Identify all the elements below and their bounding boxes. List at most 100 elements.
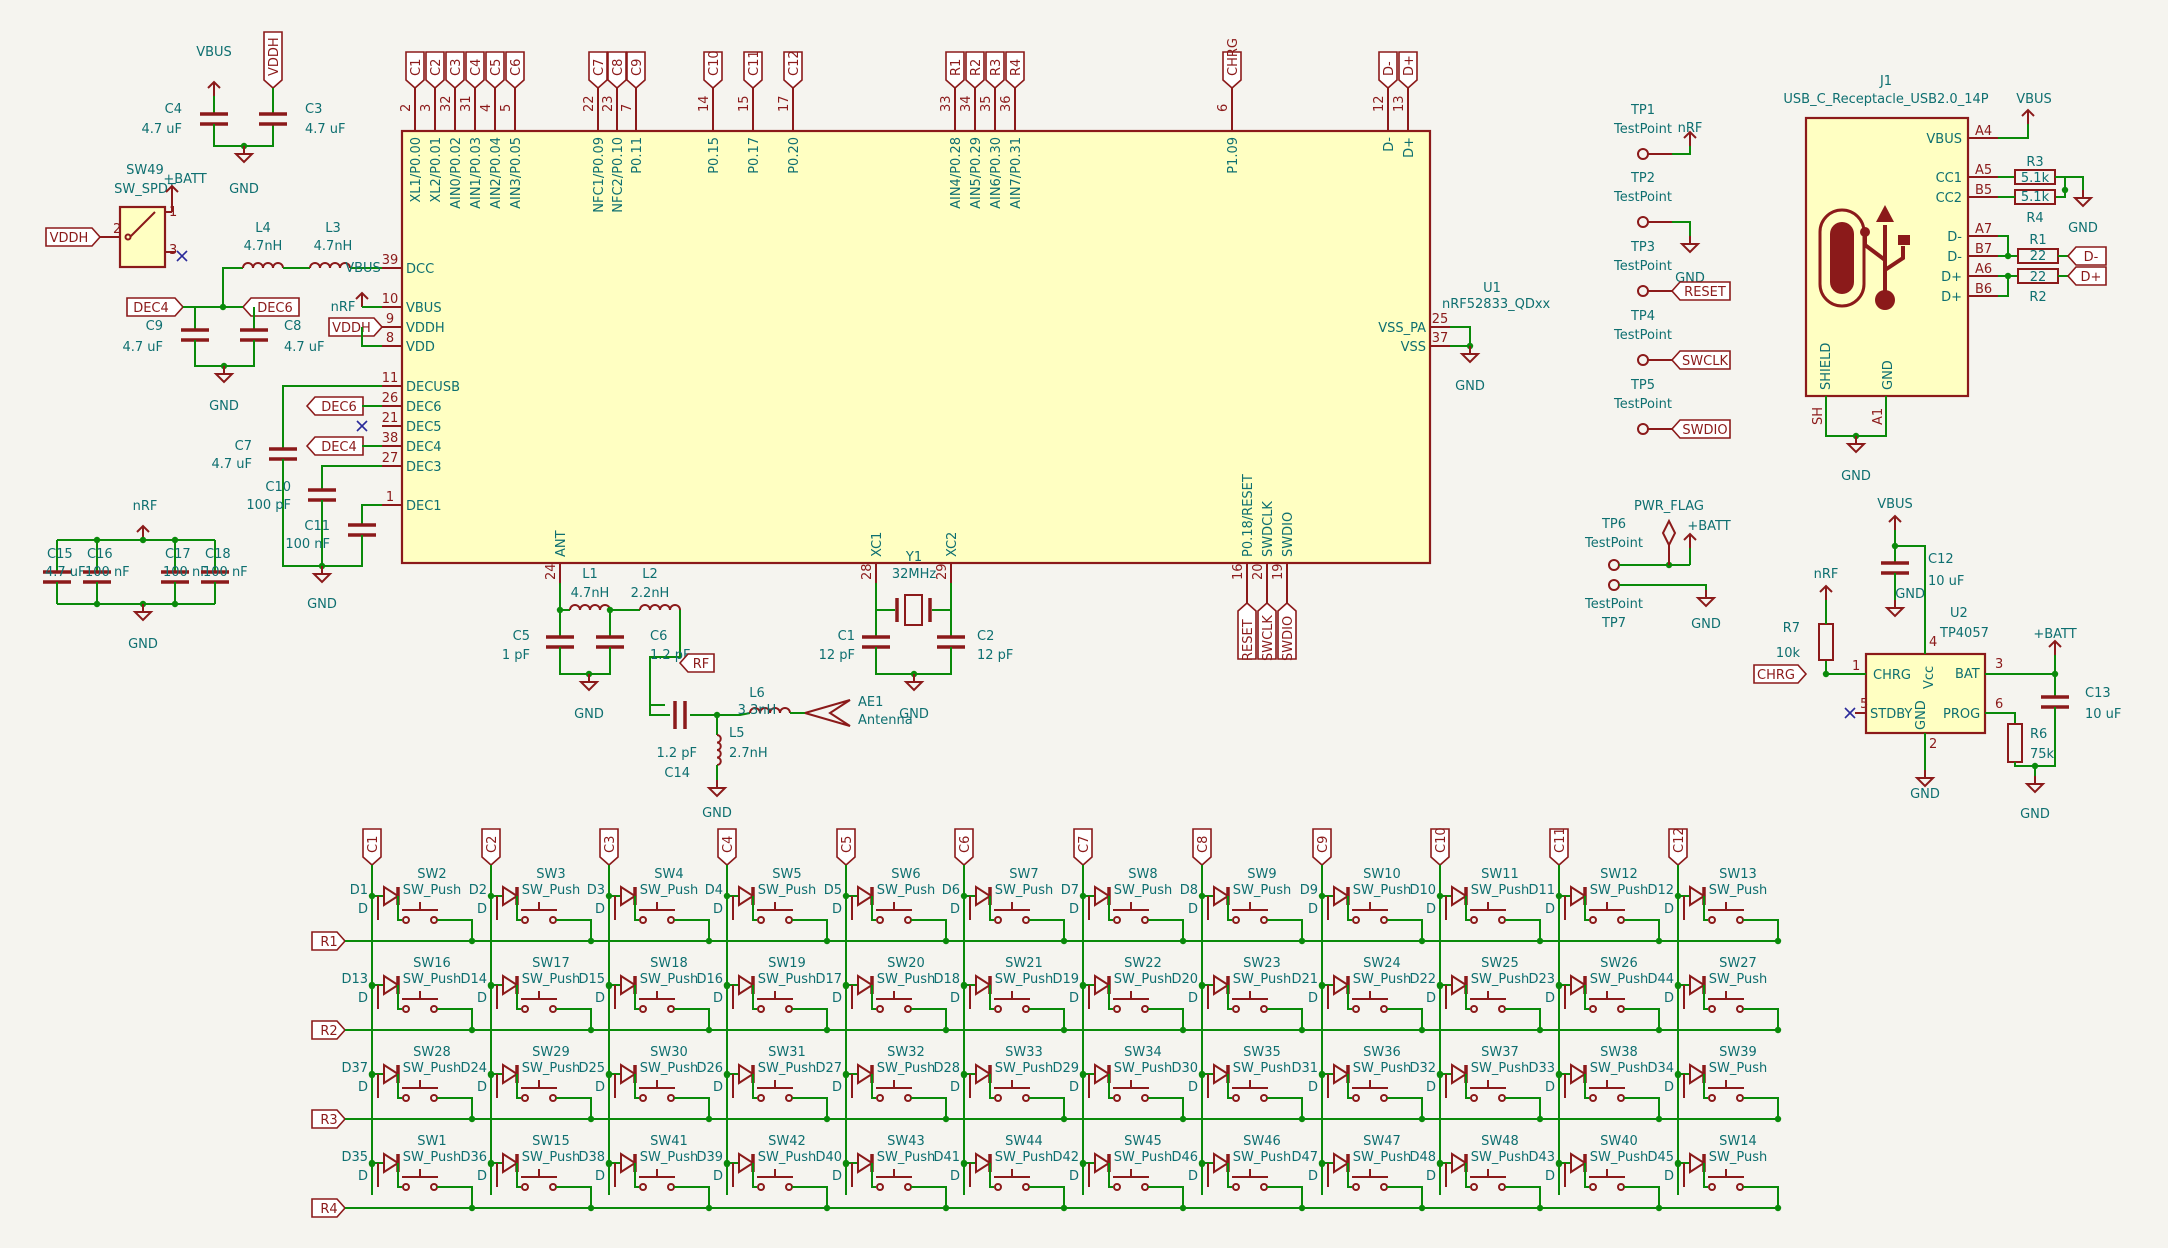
wire	[871, 1163, 876, 1188]
wire	[1465, 1163, 1470, 1188]
wire	[1227, 1163, 1232, 1188]
label: AIN5/P0.29	[969, 137, 984, 209]
switch-contact	[402, 1005, 410, 1013]
junction	[1298, 1026, 1306, 1034]
junction	[1418, 937, 1426, 945]
switch-contact	[667, 1005, 675, 1013]
label: D	[477, 1080, 487, 1095]
label: 1	[386, 490, 394, 505]
label: R7	[1783, 621, 1800, 636]
switch-contact	[876, 1094, 884, 1102]
label: D30	[1171, 1061, 1198, 1076]
switch-contact	[994, 916, 1002, 924]
wire	[1672, 146, 1691, 155]
label: P0.20	[787, 137, 802, 174]
wire	[397, 1163, 402, 1188]
junction	[1179, 1026, 1187, 1034]
label: SW_Push	[403, 972, 461, 987]
switch-contact	[757, 1183, 765, 1191]
label: VDDH	[406, 321, 445, 336]
switch-contact	[1708, 1183, 1716, 1191]
label: D	[1664, 991, 1674, 1006]
label: SW8	[1128, 867, 1157, 882]
label: TestPoint	[1613, 122, 1672, 137]
switch-contact	[1141, 1183, 1149, 1191]
switch-contact	[904, 1183, 912, 1191]
wire	[649, 657, 670, 716]
label: CC2	[1936, 191, 1962, 206]
usb-logo-square	[1898, 235, 1910, 245]
label: SW_Push	[640, 1061, 698, 1076]
label: VDD	[406, 340, 435, 355]
switch-contact	[667, 1094, 675, 1102]
label: D4	[705, 883, 723, 898]
junction	[705, 1204, 713, 1212]
label: 4.7 uF	[305, 122, 346, 137]
junction	[2031, 762, 2039, 770]
label: SW_Push	[1353, 972, 1411, 987]
label: 4.7 uF	[45, 565, 86, 580]
label: SW_Push	[1709, 1061, 1767, 1076]
label: D28	[933, 1061, 960, 1076]
diode	[1213, 1063, 1230, 1085]
label: GND	[899, 707, 929, 722]
label: SW_Push	[1233, 1061, 1291, 1076]
label: SW_Push	[1471, 1150, 1529, 1165]
junction	[468, 1115, 476, 1123]
wire	[1347, 985, 1352, 1010]
wire	[437, 1186, 473, 1208]
junction	[1774, 1026, 1782, 1034]
label: SW_Push	[522, 1061, 580, 1076]
label: GND	[209, 399, 239, 414]
label: CHRG	[1757, 668, 1795, 683]
junction	[705, 937, 713, 945]
label: C15	[47, 547, 73, 562]
label: D45	[1647, 1150, 1674, 1165]
label: D	[1308, 902, 1318, 917]
label: SW_Push	[758, 883, 816, 898]
switch-contact	[994, 1183, 1002, 1191]
label: D17	[815, 972, 842, 987]
wire	[559, 583, 570, 611]
label: D	[950, 1169, 960, 1184]
gnd-symbol	[311, 573, 333, 584]
label: 2	[1929, 737, 1937, 752]
label: TP4	[1630, 309, 1655, 324]
switch-contact	[876, 1005, 884, 1013]
label: SW_Push	[877, 883, 935, 898]
junction	[705, 1115, 713, 1123]
label: 31	[459, 95, 474, 112]
label: 100 nF	[163, 565, 208, 580]
usb-logo-dot	[1875, 290, 1895, 310]
diode	[1333, 1063, 1350, 1085]
switch-contact	[1589, 1005, 1597, 1013]
label: SW_Push	[1590, 883, 1648, 898]
switch-contact	[785, 916, 793, 924]
label: A1	[1871, 408, 1886, 425]
label: DCC	[406, 262, 434, 277]
junction	[1774, 937, 1782, 945]
label: D	[713, 1080, 723, 1095]
wire	[397, 985, 402, 1010]
junction	[823, 1204, 831, 1212]
testpoint	[1637, 285, 1649, 297]
switch-contact	[1736, 1005, 1744, 1013]
diode	[857, 1152, 874, 1174]
label: TP4057	[1939, 626, 1989, 641]
diode	[1094, 974, 1111, 996]
label: SW_Push	[877, 1061, 935, 1076]
wire	[792, 1186, 828, 1208]
label: DECUSB	[406, 380, 460, 395]
label: SW_Push	[1114, 972, 1172, 987]
junction	[1060, 1115, 1068, 1123]
wire	[752, 1163, 757, 1188]
wire	[1584, 1074, 1589, 1099]
label: GND	[128, 637, 158, 652]
label: C9	[146, 319, 163, 334]
diode	[1570, 974, 1587, 996]
label: GND	[1914, 700, 1929, 730]
junction	[1179, 937, 1187, 945]
wire	[437, 919, 473, 941]
label: SW14	[1719, 1134, 1757, 1149]
label: 34	[959, 95, 974, 112]
